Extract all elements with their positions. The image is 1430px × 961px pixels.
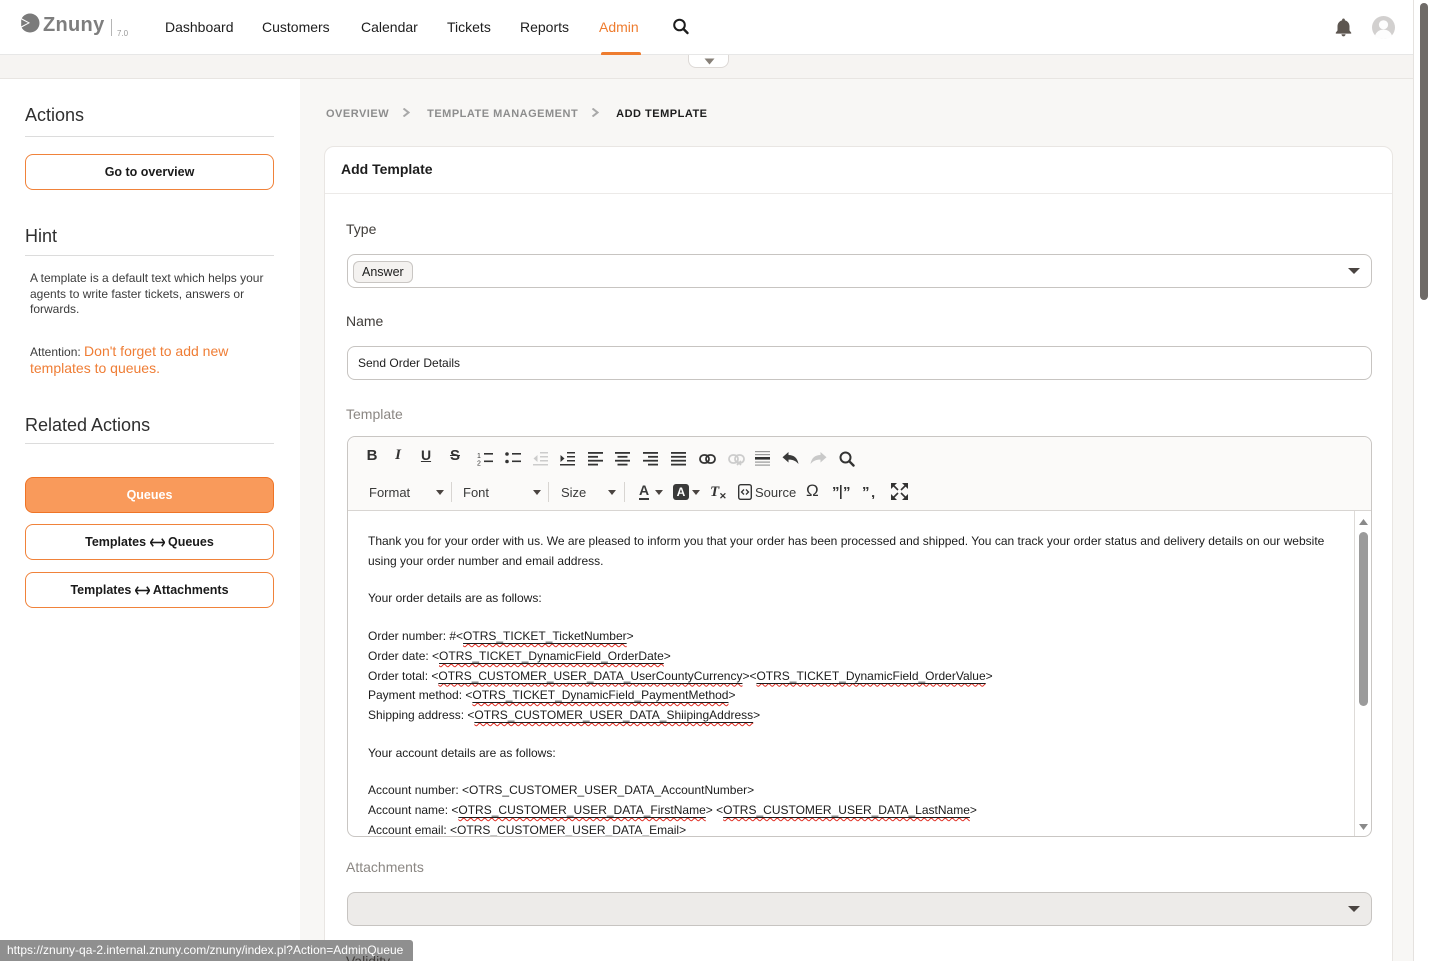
svg-text:2: 2: [477, 461, 481, 467]
svg-text:”: ”: [832, 485, 840, 499]
svg-text:1: 1: [477, 453, 481, 460]
svg-text:”: ”: [862, 485, 870, 499]
svg-text:‚: ‚: [871, 485, 875, 499]
svg-text:”: ”: [843, 485, 850, 499]
